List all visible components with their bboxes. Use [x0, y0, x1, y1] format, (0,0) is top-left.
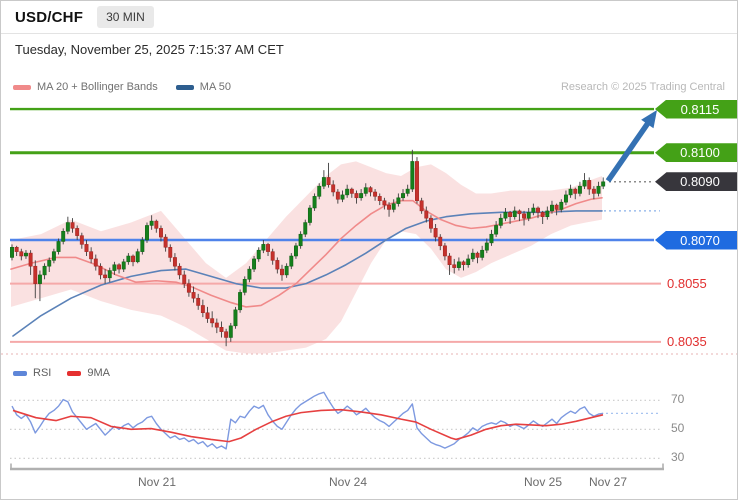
rsi-gridline-label-70: 70	[671, 392, 685, 407]
x-axis-label-nov-21: Nov 21	[137, 475, 177, 489]
ma50-swatch-icon	[175, 84, 194, 90]
legend-9ma: 9MA	[67, 367, 110, 379]
symbol-title: USD/CHF	[15, 8, 84, 26]
x-axis-label-nov-27: Nov 27	[588, 475, 628, 489]
chart-datetime: Tuesday, November 25, 2025 7:15:37 AM CE…	[15, 42, 284, 57]
price-level-0.8090: 0.8090	[655, 172, 737, 192]
price-chart-svg	[1, 107, 737, 355]
rsi-swatch-icon	[13, 370, 27, 376]
x-axis-label-nov-24: Nov 24	[328, 475, 368, 489]
ma20-legend-label: MA 20 + Bollinger Bands	[37, 81, 158, 93]
rsi-chart-svg	[10, 391, 661, 459]
price-level-0.8070: 0.8070	[655, 230, 737, 250]
rsi-gridline-label-50: 50	[671, 421, 685, 436]
ma9-legend-label: 9MA	[87, 367, 110, 379]
price-level-0.8100: 0.8100	[655, 143, 737, 163]
chart-header: USD/CHF 30 MIN	[1, 1, 737, 34]
legend-rsi: RSI	[13, 367, 51, 379]
ma20-swatch-icon	[13, 84, 31, 90]
chart-frame: USD/CHF 30 MIN Tuesday, November 25, 202…	[0, 0, 738, 500]
research-watermark: Research © 2025 Trading Central	[560, 81, 725, 93]
price-legend: MA 20 + Bollinger Bands MA 50	[13, 81, 231, 93]
rsi-legend-label: RSI	[33, 367, 52, 379]
ma9-swatch-icon	[67, 370, 82, 376]
price-level-0.8055: 0.8055	[667, 275, 707, 291]
timeframe-badge[interactable]: 30 MIN	[97, 6, 154, 28]
rsi-legend: RSI 9MA	[13, 367, 110, 379]
legend-ma50: MA 50	[175, 81, 231, 93]
price-level-0.8035: 0.8035	[667, 333, 707, 349]
price-level-0.8115: 0.8115	[655, 99, 737, 119]
x-axis-svg	[10, 463, 664, 471]
ma50-legend-label: MA 50	[199, 81, 231, 93]
legend-ma20-bollinger: MA 20 + Bollinger Bands	[13, 81, 158, 93]
x-axis-label-nov-25: Nov 25	[523, 475, 563, 489]
